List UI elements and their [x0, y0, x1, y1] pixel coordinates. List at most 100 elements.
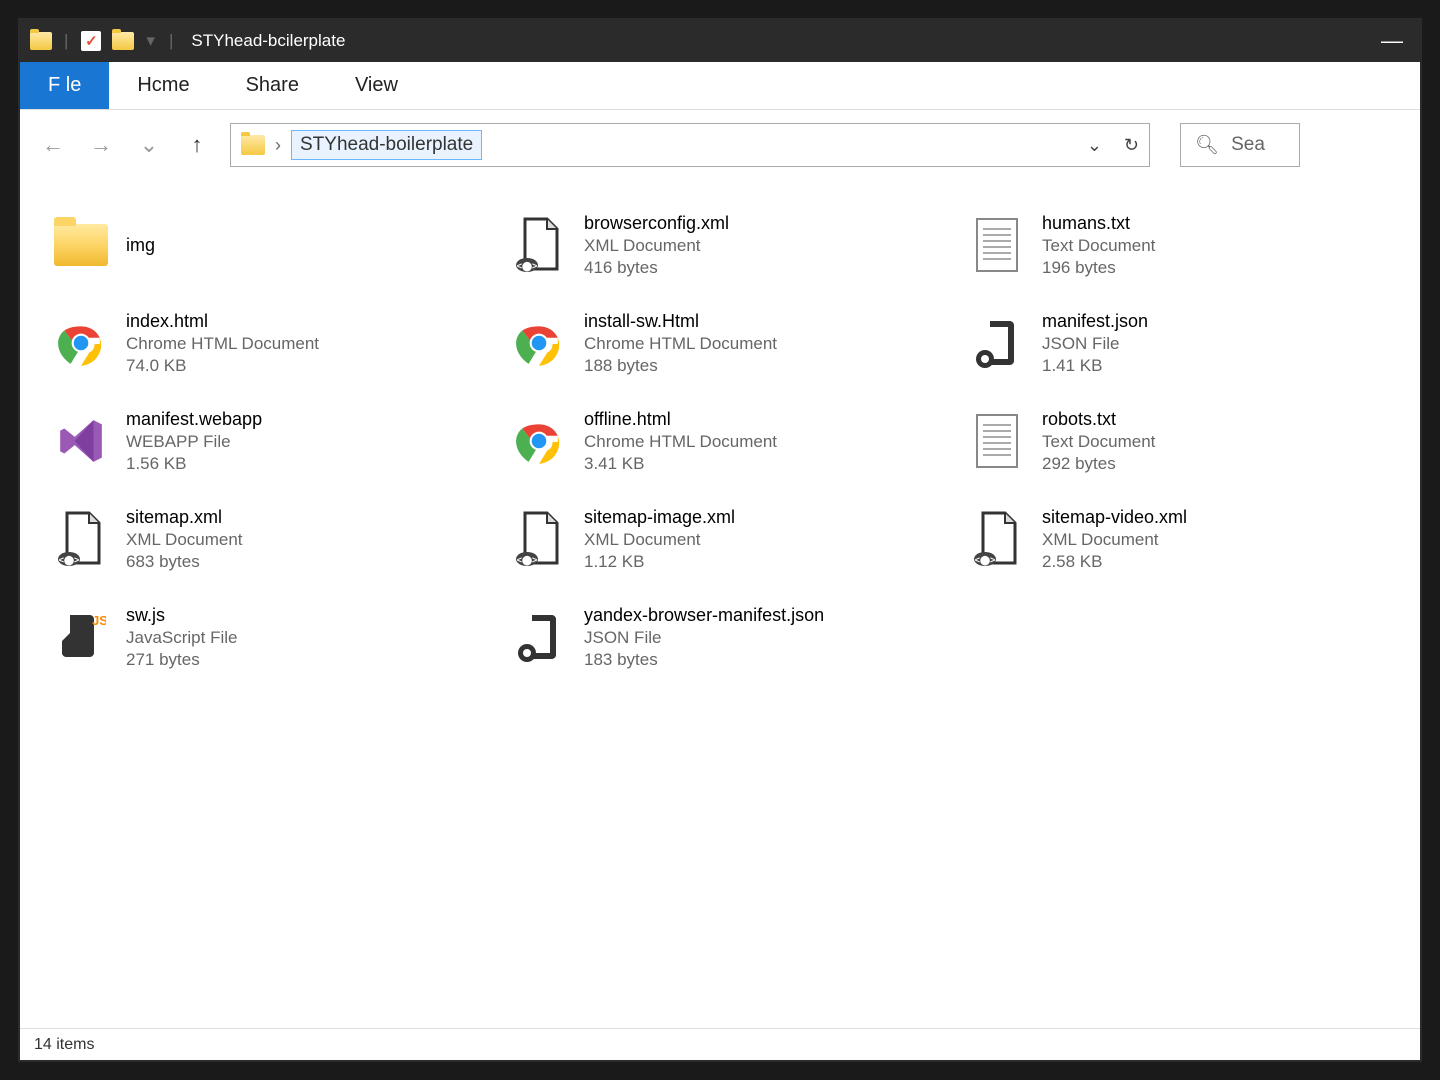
file-type: XML Document: [126, 530, 243, 550]
file-type: XML Document: [584, 530, 735, 550]
titlebar-quick-icons: | ✓ ▾ |: [28, 28, 177, 54]
file-type: Chrome HTML Document: [126, 334, 319, 354]
tab-share[interactable]: Share: [218, 62, 327, 109]
tab-view[interactable]: View: [327, 62, 426, 109]
file-item[interactable]: <⬤>sitemap.xmlXML Document683 bytes: [48, 496, 476, 582]
file-size: 196 bytes: [1042, 258, 1155, 278]
file-name: robots.txt: [1042, 409, 1155, 430]
up-button[interactable]: ↑: [182, 130, 212, 160]
xml-file-icon: <⬤>: [515, 511, 563, 567]
file-type: Text Document: [1042, 432, 1155, 452]
file-type: Chrome HTML Document: [584, 432, 777, 452]
file-name: offline.html: [584, 409, 777, 430]
file-type: JavaScript File: [126, 628, 237, 648]
properties-icon[interactable]: ✓: [78, 28, 104, 54]
chevron-down-icon[interactable]: ⌄: [1087, 135, 1102, 156]
file-size: 1.41 KB: [1042, 356, 1148, 376]
file-name: sitemap-video.xml: [1042, 507, 1187, 528]
folder-icon: [54, 224, 108, 266]
file-type: Chrome HTML Document: [584, 334, 777, 354]
file-name: install-sw.Html: [584, 311, 777, 332]
explorer-window: | ✓ ▾ | STYhead-bcilerplate — F le Hcme …: [18, 18, 1422, 1062]
file-item[interactable]: index.htmlChrome HTML Document74.0 KB: [48, 300, 476, 386]
file-name: yandex-browser-manifest.json: [584, 605, 824, 626]
file-item[interactable]: robots.txtText Document292 bytes: [964, 398, 1392, 484]
file-size: 292 bytes: [1042, 454, 1155, 474]
back-button[interactable]: ←: [38, 130, 68, 160]
svg-text:<⬤>: <⬤>: [975, 555, 996, 566]
file-item[interactable]: offline.htmlChrome HTML Document3.41 KB: [506, 398, 934, 484]
file-name: browserconfig.xml: [584, 213, 729, 234]
window-title: STYhead-bcilerplate: [191, 31, 345, 51]
file-type: WEBAPP File: [126, 432, 262, 452]
js-file-icon: JS: [56, 609, 106, 665]
folder-icon: [241, 135, 265, 155]
file-item[interactable]: img: [48, 202, 476, 288]
file-size: 271 bytes: [126, 650, 237, 670]
recent-dropdown[interactable]: ⌄: [134, 130, 164, 160]
visualstudio-icon: [56, 416, 106, 466]
file-size: 1.56 KB: [126, 454, 262, 474]
file-type: Text Document: [1042, 236, 1155, 256]
chrome-icon: [514, 318, 564, 368]
chrome-icon: [56, 318, 106, 368]
svg-text:JS: JS: [92, 613, 106, 628]
xml-file-icon: <⬤>: [973, 511, 1021, 567]
file-type: XML Document: [1042, 530, 1187, 550]
file-size: 188 bytes: [584, 356, 777, 376]
file-size: 74.0 KB: [126, 356, 319, 376]
svg-text:<⬤>: <⬤>: [517, 555, 538, 566]
file-item[interactable]: humans.txtText Document196 bytes: [964, 202, 1392, 288]
xml-file-icon: <⬤>: [515, 217, 563, 273]
separator-icon: |: [169, 31, 173, 51]
file-name: manifest.json: [1042, 311, 1148, 332]
file-size: 183 bytes: [584, 650, 824, 670]
navigation-bar: ← → ⌄ ↑ › STYhead-boilerplate ⌄ ↻ 🔍︎ Sea: [20, 110, 1420, 180]
ribbon-tabs: F le Hcme Share View: [20, 62, 1420, 110]
file-list: img<⬤>browserconfig.xmlXML Document416 b…: [20, 180, 1420, 1028]
file-size: 416 bytes: [584, 258, 729, 278]
forward-button[interactable]: →: [86, 130, 116, 160]
refresh-button[interactable]: ↻: [1124, 135, 1139, 156]
file-name: sitemap-image.xml: [584, 507, 735, 528]
file-item[interactable]: yandex-browser-manifest.jsonJSON File183…: [506, 594, 934, 680]
chevron-right-icon[interactable]: ›: [275, 135, 281, 156]
status-bar: 14 items: [20, 1028, 1420, 1060]
file-item[interactable]: JSsw.jsJavaScript File271 bytes: [48, 594, 476, 680]
file-size: 3.41 KB: [584, 454, 777, 474]
svg-text:<⬤>: <⬤>: [59, 555, 80, 566]
search-input[interactable]: 🔍︎ Sea: [1180, 123, 1300, 167]
json-file-icon: [972, 315, 1022, 371]
file-item[interactable]: <⬤> sitemap-image.xmlXML Document1.12 KB: [506, 496, 934, 582]
file-name: sitemap.xml: [126, 507, 243, 528]
folder-icon[interactable]: [28, 28, 54, 54]
tab-home[interactable]: Hcme: [109, 62, 217, 109]
minimize-button[interactable]: —: [1372, 28, 1412, 54]
file-item[interactable]: manifest.webappWEBAPP File1.56 KB: [48, 398, 476, 484]
file-item[interactable]: <⬤> browserconfig.xmlXML Document416 byte…: [506, 202, 934, 288]
chrome-icon: [514, 416, 564, 466]
file-item[interactable]: install-sw.HtmlChrome HTML Document188 b…: [506, 300, 934, 386]
svg-text:<⬤>: <⬤>: [517, 261, 538, 272]
tab-file[interactable]: F le: [20, 62, 109, 109]
json-file-icon: [514, 609, 564, 665]
search-placeholder: Sea: [1231, 134, 1265, 156]
file-type: JSON File: [584, 628, 824, 648]
xml-file-icon: <⬤>: [57, 511, 105, 567]
file-item[interactable]: manifest.jsonJSON File1.41 KB: [964, 300, 1392, 386]
address-bar[interactable]: › STYhead-boilerplate ⌄ ↻: [230, 123, 1150, 167]
item-count: 14 items: [34, 1036, 94, 1054]
file-type: XML Document: [584, 236, 729, 256]
address-path[interactable]: STYhead-boilerplate: [291, 130, 482, 160]
dropdown-icon[interactable]: ▾: [146, 31, 155, 51]
file-name: img: [126, 235, 155, 256]
folder-icon[interactable]: [110, 28, 136, 54]
file-name: index.html: [126, 311, 319, 332]
file-item[interactable]: <⬤> sitemap-video.xmlXML Document2.58 KB: [964, 496, 1392, 582]
search-icon: 🔍︎: [1195, 133, 1219, 157]
separator-icon: |: [64, 31, 68, 51]
titlebar[interactable]: | ✓ ▾ | STYhead-bcilerplate —: [20, 20, 1420, 62]
file-size: 1.12 KB: [584, 552, 735, 572]
text-file-icon: [975, 413, 1019, 469]
file-size: 2.58 KB: [1042, 552, 1187, 572]
